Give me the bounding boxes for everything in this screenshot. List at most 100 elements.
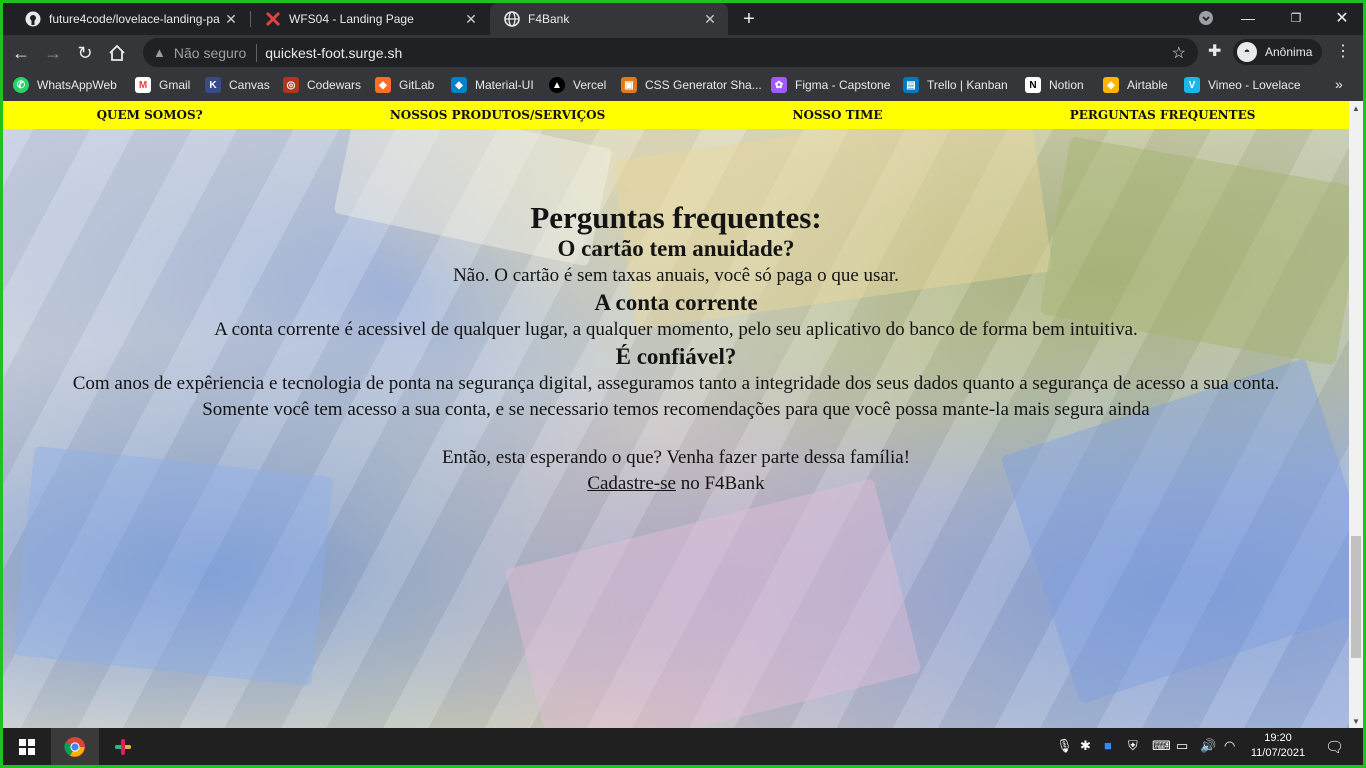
cta-line: Cadastre-se no F4Bank: [3, 471, 1349, 497]
bookmark-airtable[interactable]: ◈ Airtable: [1103, 76, 1168, 94]
bookmark-vimeo[interactable]: V Vimeo - Lovelace: [1184, 76, 1301, 94]
incognito-icon: ◓: [1237, 42, 1257, 62]
page-scrollbar[interactable]: ▲ ▼: [1349, 101, 1363, 728]
bookmark-css-generator[interactable]: ▣ CSS Generator Sha...: [621, 76, 762, 94]
tab-strip: future4code/lovelace-landing-pa ✕ WFS04 …: [3, 3, 1363, 35]
tab-f4bank[interactable]: F4Bank ✕: [490, 3, 728, 35]
reload-button[interactable]: ↻: [71, 39, 99, 67]
url-text: quickest-foot.surge.sh: [265, 44, 403, 61]
volume-icon[interactable]: 🔊: [1200, 738, 1216, 754]
tab-title: future4code/lovelace-landing-pa: [49, 12, 220, 26]
gitlab-icon: ◆: [375, 77, 391, 93]
restore-button[interactable]: ❐: [1273, 3, 1319, 33]
bookmark-gmail[interactable]: M Gmail: [135, 76, 190, 94]
github-icon: [25, 11, 41, 27]
figma-icon: ✿: [771, 77, 787, 93]
taskbar-clock[interactable]: 19:20 11/07/2021: [1243, 731, 1313, 761]
minimize-button[interactable]: —: [1225, 3, 1271, 33]
notifications-icon[interactable]: 🗨: [1325, 738, 1344, 756]
forward-button[interactable]: →: [39, 39, 67, 67]
faq-question: É confiável?: [615, 344, 737, 369]
microphone-icon[interactable]: 🎙: [1056, 738, 1073, 754]
bookmark-material-ui[interactable]: ◆ Material-UI: [451, 76, 534, 94]
close-window-button[interactable]: ✕: [1319, 3, 1365, 33]
extensions-icon[interactable]: ✚: [1208, 41, 1221, 61]
address-bar[interactable]: ▲ Não seguro quickest-foot.surge.sh ☆: [143, 38, 1198, 67]
tab-wfs04[interactable]: WFS04 - Landing Page ✕: [251, 3, 489, 35]
trello-icon: ▤: [903, 77, 919, 93]
faq-extra-text: Somente você tem acesso a sua conta, e s…: [202, 399, 1150, 420]
nav-perguntas-frequentes[interactable]: PERGUNTAS FREQUENTES: [1070, 108, 1256, 122]
bookmark-vercel[interactable]: ▲ Vercel: [549, 76, 606, 94]
tab-search-icon[interactable]: [1183, 3, 1229, 33]
bookmark-star-icon[interactable]: ☆: [1172, 43, 1186, 63]
tab-title: WFS04 - Landing Page: [289, 12, 414, 26]
faq-answer: Não. O cartão é sem taxas anuais, você s…: [453, 265, 899, 286]
bookmark-label: Canvas: [229, 78, 270, 92]
close-icon[interactable]: ✕: [700, 9, 720, 29]
cta-text: Então, esta esperando o que? Venha fazer…: [441, 447, 911, 468]
css-generator-icon: ▣: [621, 77, 637, 93]
bookmark-label: Codewars: [307, 78, 362, 92]
shield-icon[interactable]: ⛨: [1128, 738, 1138, 754]
bookmark-label: Trello | Kanban: [927, 78, 1008, 92]
battery-icon[interactable]: ▭: [1176, 738, 1188, 754]
bookmark-whatsappweb[interactable]: ✆ WhatsAppWeb: [13, 76, 117, 94]
tab-github[interactable]: future4code/lovelace-landing-pa ✕: [11, 3, 249, 35]
faq-question: A conta corrente: [594, 290, 758, 315]
bookmark-label: GitLab: [399, 78, 435, 92]
bookmark-codewars[interactable]: ◎ Codewars: [283, 76, 361, 94]
page-viewport: QUEM SOMOS? NOSSOS PRODUTOS/SERVIÇOS NOS…: [3, 101, 1349, 728]
notion-icon: N: [1025, 77, 1041, 93]
nav-quem-somos[interactable]: QUEM SOMOS?: [97, 108, 203, 122]
slack-taskbar-icon[interactable]: [99, 728, 147, 765]
faq-title: Perguntas frequentes:: [530, 200, 822, 235]
bookmark-label: Vimeo - Lovelace: [1208, 78, 1301, 92]
slack-tray-icon[interactable]: ✱: [1080, 738, 1091, 754]
faq-question: O cartão tem anuidade?: [557, 236, 795, 261]
bookmark-notion[interactable]: N Notion: [1025, 76, 1084, 94]
warning-icon[interactable]: ▲: [153, 45, 166, 60]
nav-produtos-servicos[interactable]: NOSSOS PRODUTOS/SERVIÇOS: [390, 108, 606, 122]
vimeo-icon: V: [1184, 77, 1200, 93]
faq-section: Perguntas frequentes: O cartão tem anuid…: [3, 201, 1349, 497]
bookmark-label: WhatsAppWeb: [37, 78, 117, 92]
faq-answer: Com anos de expêriencia e tecnologia de …: [72, 373, 1280, 394]
background-banknote: [504, 478, 922, 728]
zoom-tray-icon[interactable]: ■: [1104, 738, 1112, 753]
clock-time: 19:20: [1264, 732, 1292, 744]
close-icon[interactable]: ✕: [461, 9, 481, 29]
new-tab-button[interactable]: +: [737, 7, 761, 31]
signup-link[interactable]: Cadastre-se: [587, 473, 676, 494]
bookmarks-bar: ✆ WhatsAppWeb M Gmail K Canvas ◎ Codewar…: [3, 70, 1363, 101]
bookmark-label: Gmail: [159, 78, 191, 92]
security-label: Não seguro: [173, 44, 247, 61]
taskbar: 🎙 ✱ ■ ⛨ ⌨ ▭ 🔊 ◠ 19:20 11/07/2021 🗨: [3, 728, 1363, 765]
chrome-taskbar-icon[interactable]: [51, 728, 99, 765]
bookmark-gitlab[interactable]: ◆ GitLab: [375, 76, 434, 94]
menu-icon[interactable]: ⋮: [1335, 41, 1351, 61]
input-indicator-icon[interactable]: ⌨: [1152, 738, 1171, 754]
gmail-icon: M: [135, 77, 151, 93]
close-icon[interactable]: ✕: [221, 9, 241, 29]
nav-nosso-time[interactable]: NOSSO TIME: [792, 108, 882, 122]
wifi-icon[interactable]: ◠: [1224, 738, 1235, 754]
divider: [256, 43, 258, 62]
globe-icon: [504, 11, 520, 27]
bookmark-trello[interactable]: ▤ Trello | Kanban: [903, 76, 1008, 94]
scroll-down-icon[interactable]: ▼: [1349, 714, 1363, 728]
bookmark-canvas[interactable]: K Canvas: [205, 76, 270, 94]
back-button[interactable]: ←: [7, 39, 35, 67]
site-nav: QUEM SOMOS? NOSSOS PRODUTOS/SERVIÇOS NOS…: [3, 101, 1349, 129]
profile-button[interactable]: ◓ Anônima: [1233, 39, 1323, 65]
home-button[interactable]: [103, 39, 131, 67]
vercel-icon: ▲: [549, 77, 565, 93]
scroll-up-icon[interactable]: ▲: [1349, 101, 1363, 115]
scrollbar-thumb[interactable]: [1351, 536, 1361, 658]
airtable-icon: ◈: [1103, 77, 1119, 93]
clock-date: 11/07/2021: [1250, 747, 1306, 759]
more-bookmarks-icon[interactable]: »: [1335, 76, 1343, 92]
windows-start-icon[interactable]: [3, 728, 51, 765]
bookmark-figma[interactable]: ✿ Figma - Capstone: [771, 76, 890, 94]
bookmark-label: Figma - Capstone: [795, 78, 891, 92]
